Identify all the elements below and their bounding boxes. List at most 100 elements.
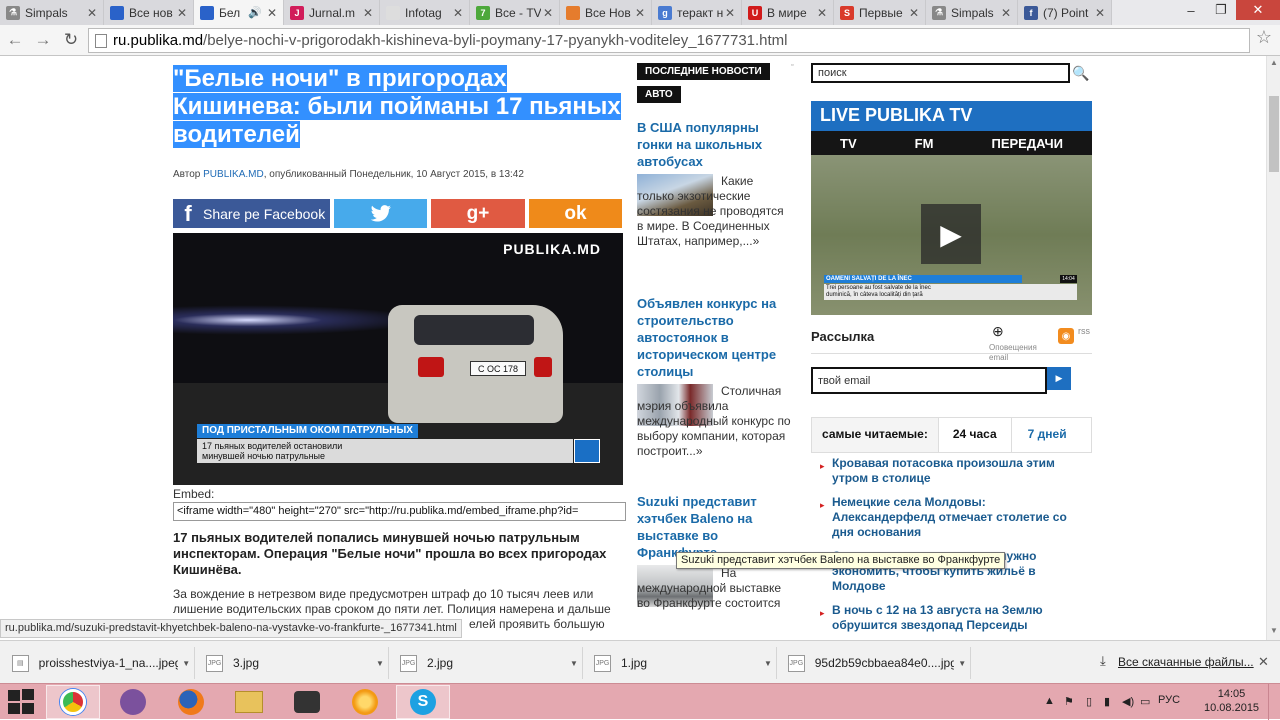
share-gplus-button[interactable]: g+ xyxy=(431,199,525,228)
close-icon[interactable]: ✕ xyxy=(815,6,829,20)
speaker-icon[interactable]: 🔊 xyxy=(248,6,262,19)
start-logo-tile xyxy=(22,703,34,714)
skype-taskbar-button[interactable]: S xyxy=(396,685,450,719)
news-item-title[interactable]: Объявлен конкурс на строительство автост… xyxy=(637,295,792,380)
search-input[interactable]: поиск xyxy=(811,63,1070,83)
close-icon[interactable]: ✕ xyxy=(175,6,189,20)
close-icon[interactable]: ✕ xyxy=(265,6,279,20)
chevron-down-icon[interactable]: ▼ xyxy=(178,659,194,668)
address-bar[interactable]: ru.publika.md/belye-nochi-v-prigorodakh-… xyxy=(88,28,1250,53)
scroll-up-icon[interactable]: ▲ xyxy=(1270,58,1278,67)
close-icon[interactable]: ✕ xyxy=(999,6,1013,20)
share-ok-button[interactable]: ok xyxy=(529,199,622,228)
chevron-down-icon[interactable]: ▼ xyxy=(954,659,970,668)
chrome-taskbar-button[interactable] xyxy=(46,685,100,719)
tab-facebook[interactable]: f (7) Point ✕ xyxy=(1018,0,1112,25)
flag-icon[interactable]: ⚑ xyxy=(1064,695,1074,708)
popular-item[interactable]: Немецкие села Молдовы: Александерфелд от… xyxy=(832,495,1072,540)
share-twitter-button[interactable] xyxy=(334,199,427,228)
popular-item[interactable]: Кровавая потасовка произошла этим утром … xyxy=(832,456,1072,486)
tab-simpals-1[interactable]: ⚗ Simpals ✕ xyxy=(0,0,104,25)
bookmark-star-icon[interactable]: ☆ xyxy=(1256,27,1272,48)
byline-author-link[interactable]: PUBLIKA.MD xyxy=(203,169,264,180)
download-item[interactable]: JPG 95d2b59cbbaea84e0....jpg ▼ xyxy=(780,647,971,679)
auto-label[interactable]: АВТО xyxy=(637,86,681,103)
camera-taskbar-button[interactable] xyxy=(280,685,334,719)
rss-label[interactable]: rss xyxy=(1078,326,1090,336)
show-desktop-button[interactable] xyxy=(1268,684,1280,720)
email-notifications-link[interactable]: ⊕ Оповещения email xyxy=(989,324,1047,363)
popular-item[interactable]: В ночь с 12 на 13 августа на Землю обруш… xyxy=(832,603,1072,633)
vertical-scrollbar[interactable]: ▲ ▼ xyxy=(1266,56,1280,640)
video-car-taillight xyxy=(534,357,552,377)
all-downloads-link[interactable]: Все скачанные файлы... xyxy=(1118,655,1254,669)
tab-tv7[interactable]: 7 Все - TV ✕ xyxy=(470,0,560,25)
video-player[interactable]: C OC 178 PUBLIKA.MD ПОД ПРИСТАЛЬНЫМ ОКОМ… xyxy=(173,233,623,485)
forward-icon[interactable]: → xyxy=(32,29,54,51)
download-name: 3.jpg xyxy=(233,656,260,670)
close-icon[interactable]: ✕ xyxy=(541,6,555,20)
close-icon[interactable]: ✕ xyxy=(633,6,647,20)
network-icon[interactable]: ▮ xyxy=(1104,695,1110,708)
news-item-title[interactable]: В США популярны гонки на школьных автобу… xyxy=(637,119,792,170)
tab-jurnal[interactable]: J Jurnal.m ✕ xyxy=(284,0,380,25)
maximize-icon[interactable]: ❐ xyxy=(1206,0,1236,20)
battery-icon[interactable]: ▭ xyxy=(1140,695,1150,708)
share-facebook-button[interactable]: f Share pe Facebook xyxy=(173,199,330,228)
play-icon[interactable]: ▶ xyxy=(921,204,981,264)
latest-news-label[interactable]: ПОСЛЕДНИЕ НОВОСТИ xyxy=(637,63,770,80)
app-taskbar-button[interactable] xyxy=(338,685,392,719)
live-tab-tv[interactable]: TV xyxy=(840,136,857,151)
system-clock[interactable]: 14:05 10.08.2015 xyxy=(1204,687,1259,715)
window-close-icon[interactable]: ✕ xyxy=(1236,0,1280,20)
tab-24-hours[interactable]: 24 часа xyxy=(938,418,1012,452)
close-icon[interactable]: ✕ xyxy=(85,6,99,20)
download-item[interactable]: JPG 1.jpg ▼ xyxy=(586,647,777,679)
live-tab-shows[interactable]: ПЕРЕДАЧИ xyxy=(991,136,1063,151)
scrollbar-thumb[interactable] xyxy=(1269,96,1279,172)
email-submit-button[interactable]: ▶ xyxy=(1047,367,1071,390)
tab-google-search[interactable]: g теракт н ✕ xyxy=(652,0,742,25)
jurnal-icon: J xyxy=(290,5,304,20)
tab-first[interactable]: S Первые ✕ xyxy=(834,0,926,25)
tab-active-article[interactable]: Бел 🔊 ✕ xyxy=(194,0,284,25)
live-tab-fm[interactable]: FM xyxy=(915,136,934,151)
close-icon[interactable]: ✕ xyxy=(361,6,375,20)
tab-news-1[interactable]: Все нов ✕ xyxy=(104,0,194,25)
firefox-taskbar-button[interactable] xyxy=(164,685,218,719)
jpg-file-icon: JPG xyxy=(594,654,611,672)
news-item-title[interactable]: Suzuki представит хэтчбек Baleno на выст… xyxy=(637,493,792,561)
start-button[interactable] xyxy=(8,689,36,715)
close-icon[interactable]: ✕ xyxy=(1093,6,1107,20)
tab-7-days[interactable]: 7 дней xyxy=(1011,418,1083,452)
download-item[interactable]: JPG 2.jpg ▼ xyxy=(392,647,583,679)
minimize-icon[interactable]: – xyxy=(1176,0,1206,20)
tab-simpals-2[interactable]: ⚗ Simpals ✕ xyxy=(926,0,1018,25)
tab-infotag[interactable]: Infotag ✕ xyxy=(380,0,470,25)
embed-code-field[interactable]: <iframe width="480" height="270" src="ht… xyxy=(173,502,626,521)
email-input[interactable]: твой email xyxy=(811,367,1047,394)
chevron-down-icon[interactable]: ▼ xyxy=(566,659,582,668)
chevron-down-icon[interactable]: ▼ xyxy=(372,659,388,668)
scroll-down-icon[interactable]: ▼ xyxy=(1270,626,1278,635)
rss-icon[interactable]: ◉ xyxy=(1058,328,1074,344)
volume-icon[interactable]: ◀) xyxy=(1122,695,1134,708)
chevron-down-icon[interactable]: ▼ xyxy=(760,659,776,668)
download-item[interactable]: ▤ proisshestviya-1_na....jpeg ▼ xyxy=(4,647,195,679)
explorer-taskbar-button[interactable] xyxy=(222,685,276,719)
viber-taskbar-button[interactable] xyxy=(106,685,160,719)
tab-world-news[interactable]: U В мире ✕ xyxy=(742,0,834,25)
tab-news-2[interactable]: Все Нов ✕ xyxy=(560,0,652,25)
tray-expand-icon[interactable]: ▲ xyxy=(1044,695,1055,707)
search-icon[interactable]: 🔍 xyxy=(1072,64,1090,82)
reload-icon[interactable]: ↻ xyxy=(60,29,82,51)
close-icon[interactable]: ✕ xyxy=(907,6,921,20)
back-icon[interactable]: ← xyxy=(4,29,26,51)
close-icon[interactable]: ✕ xyxy=(451,6,465,20)
language-indicator[interactable]: РУС xyxy=(1158,694,1180,706)
download-item[interactable]: JPG 3.jpg ▼ xyxy=(198,647,389,679)
close-shelf-icon[interactable]: ✕ xyxy=(1258,654,1269,670)
tray-app-icon[interactable]: ▯ xyxy=(1086,695,1092,708)
download-name: proisshestviya-1_na....jpeg xyxy=(38,656,179,670)
close-icon[interactable]: ✕ xyxy=(723,6,737,20)
